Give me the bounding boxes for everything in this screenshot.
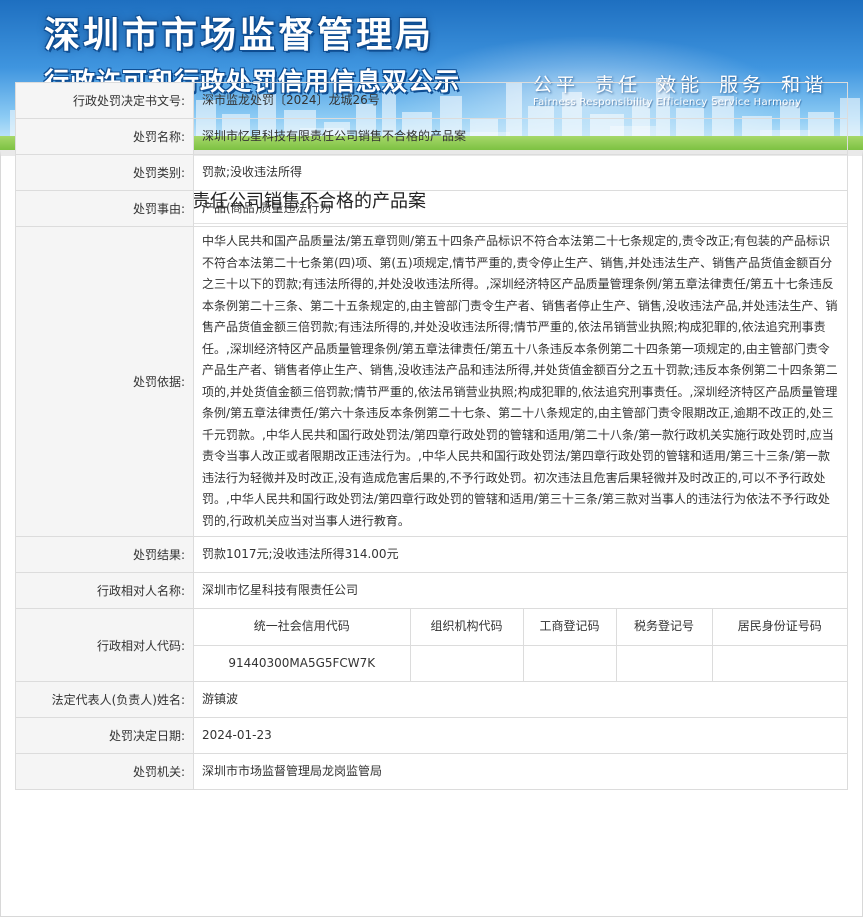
value-penalty-type: 罚款;没收违法所得 <box>193 154 848 191</box>
value-tax-reg-no <box>615 644 713 681</box>
row-penalty-cause: 处罚事由: 产品(商品)质量违法行为 <box>15 190 848 227</box>
row-penalty-name: 处罚名称: 深圳市忆星科技有限责任公司销售不合格的产品案 <box>15 118 848 155</box>
penalty-info-table: 行政处罚决定书文号: 深市监龙处罚〔2024〕龙城26号 处罚名称: 深圳市忆星… <box>15 82 848 790</box>
label-penalty-name: 处罚名称: <box>15 118 194 155</box>
value-decision-date: 2024-01-23 <box>193 717 848 754</box>
value-penalty-cause: 产品(商品)质量违法行为 <box>193 190 848 227</box>
label-penalty-type: 处罚类别: <box>15 154 194 191</box>
value-penalty-result: 罚款1017元;没收违法所得314.00元 <box>193 536 848 573</box>
row-authority: 处罚机关: 深圳市市场监督管理局龙岗监管局 <box>15 753 848 790</box>
site-title: 深圳市市场监督管理局 <box>44 15 435 56</box>
label-penalty-basis: 处罚依据: <box>15 226 194 537</box>
row-penalty-type: 处罚类别: 罚款;没收违法所得 <box>15 154 848 191</box>
row-decision-date: 处罚决定日期: 2024-01-23 <box>15 717 848 754</box>
party-code-table: 统一社会信用代码 组织机构代码 工商登记码 税务登记号 居民身份证号码 9144… <box>194 609 847 681</box>
label-party-code: 行政相对人代码: <box>15 608 194 682</box>
value-party-name: 深圳市忆星科技有限责任公司 <box>193 572 848 609</box>
value-id-card-no <box>711 644 847 681</box>
value-penalty-basis: 中华人民共和国产品质量法/第五章罚则/第五十四条产品标识不符合本法第二十七条规定… <box>193 226 848 537</box>
value-org-code <box>409 644 524 681</box>
header-tax-reg-no: 税务登记号 <box>615 609 713 646</box>
header-credit-code: 统一社会信用代码 <box>194 609 411 646</box>
header-org-code: 组织机构代码 <box>409 609 524 646</box>
value-authority: 深圳市市场监督管理局龙岗监管局 <box>193 753 848 790</box>
party-code-value-row: 91440300MA5G5FCW7K <box>194 644 847 681</box>
label-penalty-result: 处罚结果: <box>15 536 194 573</box>
row-penalty-basis: 处罚依据: 中华人民共和国产品质量法/第五章罚则/第五十四条产品标识不符合本法第… <box>15 226 848 537</box>
row-party-code: 行政相对人代码: 统一社会信用代码 组织机构代码 工商登记码 税务登记号 居民身… <box>15 608 848 682</box>
row-legal-rep: 法定代表人(负责人)姓名: 游镇波 <box>15 681 848 718</box>
label-decision-no: 行政处罚决定书文号: <box>15 82 194 119</box>
label-legal-rep: 法定代表人(负责人)姓名: <box>15 681 194 718</box>
row-decision-no: 行政处罚决定书文号: 深市监龙处罚〔2024〕龙城26号 <box>15 82 848 119</box>
party-code-header-row: 统一社会信用代码 组织机构代码 工商登记码 税务登记号 居民身份证号码 <box>194 609 847 646</box>
label-party-name: 行政相对人名称: <box>15 572 194 609</box>
header-id-card-no: 居民身份证号码 <box>711 609 847 646</box>
party-code-cell: 统一社会信用代码 组织机构代码 工商登记码 税务登记号 居民身份证号码 9144… <box>193 608 848 682</box>
label-authority: 处罚机关: <box>15 753 194 790</box>
value-decision-no: 深市监龙处罚〔2024〕龙城26号 <box>193 82 848 119</box>
value-credit-code: 91440300MA5G5FCW7K <box>194 644 411 681</box>
value-penalty-name: 深圳市忆星科技有限责任公司销售不合格的产品案 <box>193 118 848 155</box>
value-business-reg-code <box>522 644 617 681</box>
row-penalty-result: 处罚结果: 罚款1017元;没收违法所得314.00元 <box>15 536 848 573</box>
header-business-reg-code: 工商登记码 <box>522 609 617 646</box>
label-decision-date: 处罚决定日期: <box>15 717 194 754</box>
row-party-name: 行政相对人名称: 深圳市忆星科技有限责任公司 <box>15 572 848 609</box>
label-penalty-cause: 处罚事由: <box>15 190 194 227</box>
value-legal-rep: 游镇波 <box>193 681 848 718</box>
